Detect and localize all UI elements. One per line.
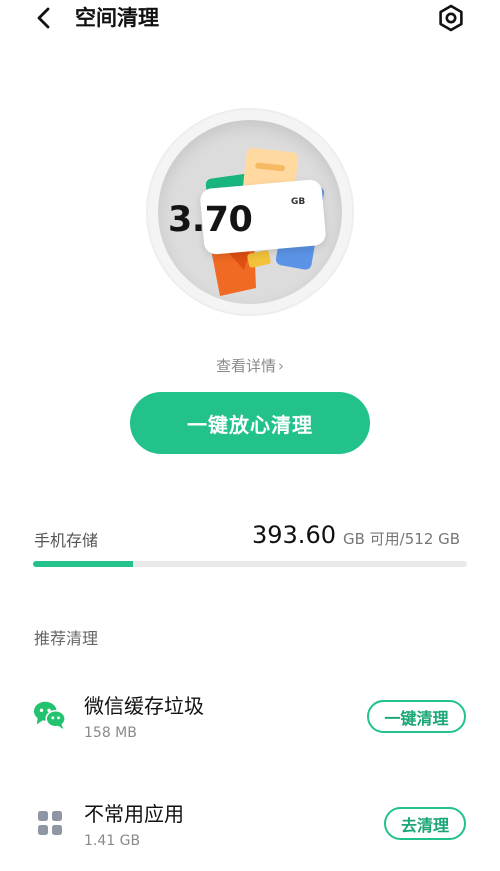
one-click-clean-button[interactable]: 一键放心清理 — [130, 392, 370, 454]
go-clean-apps-button[interactable]: 去清理 — [384, 807, 466, 840]
wechat-icon — [33, 698, 67, 732]
junk-size-unit: GB — [291, 197, 306, 207]
view-details-link[interactable]: 查看详情 › — [0, 355, 500, 376]
back-arrow-icon — [37, 7, 50, 29]
view-details-label: 查看详情 — [215, 357, 276, 375]
settings-gear-icon — [439, 4, 463, 32]
settings-button[interactable] — [436, 3, 466, 33]
back-button[interactable] — [30, 4, 56, 32]
list-item-wechat-cache[interactable]: 微信缓存垃圾 158 MB 一键清理 — [0, 680, 500, 750]
one-click-clean-wechat-button[interactable]: 一键清理 — [367, 700, 466, 733]
junk-size-illustration: 3.70 GB — [146, 108, 354, 316]
item-size: 158 MB — [84, 725, 137, 741]
storage-available-value: 393.60 — [252, 521, 336, 549]
item-title: 不常用应用 — [84, 802, 184, 826]
storage-label: 手机存储 — [34, 531, 99, 550]
storage-progress-bar — [33, 561, 467, 567]
item-size: 1.41 GB — [84, 833, 141, 849]
storage-progress-fill — [33, 561, 133, 567]
section-title: 推荐清理 — [34, 629, 99, 648]
storage-available-suffix: GB 可用/512 GB — [343, 530, 461, 548]
junk-size-value: 3.70 — [168, 200, 253, 240]
app-header: 空间清理 — [0, 0, 500, 40]
apps-grid-icon — [33, 806, 67, 840]
list-item-unused-apps[interactable]: 不常用应用 1.41 GB 去清理 — [0, 788, 500, 858]
chevron-right-icon: › — [278, 357, 284, 375]
item-title: 微信缓存垃圾 — [84, 694, 204, 718]
page-title: 空间清理 — [75, 6, 159, 30]
